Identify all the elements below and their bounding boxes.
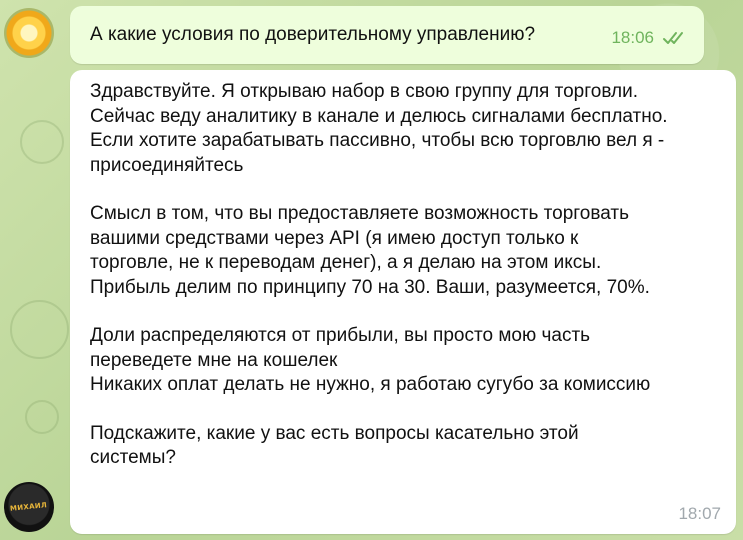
background-doodle [10, 300, 69, 359]
double-check-icon [663, 32, 683, 44]
incoming-message-bubble[interactable]: Здравствуйте. Я открываю набор в свою гр… [70, 70, 736, 534]
outgoing-message-bubble[interactable]: А какие условия по доверительному управл… [70, 6, 704, 64]
message-meta: 18:06 [611, 28, 690, 48]
avatar-logo-text: МИХАИЛ [10, 501, 48, 513]
message-paragraph: Здравствуйте. Я открываю набор в свою гр… [90, 81, 668, 176]
incoming-message-time: 18:07 [678, 504, 721, 523]
outgoing-message-text: А какие условия по доверительному управл… [90, 24, 536, 45]
background-doodle [20, 120, 64, 164]
background-doodle [25, 400, 59, 434]
sender-avatar[interactable] [4, 8, 54, 58]
message-paragraph: Смысл в том, что вы предоставляете возмо… [90, 203, 650, 298]
message-paragraph: Подскажите, какие у вас есть вопросы кас… [90, 422, 579, 469]
message-paragraph: Доли распределяются от прибыли, вы прост… [90, 325, 651, 395]
recipient-avatar[interactable]: МИХАИЛ [4, 482, 54, 532]
outgoing-message-time: 18:06 [611, 28, 654, 47]
